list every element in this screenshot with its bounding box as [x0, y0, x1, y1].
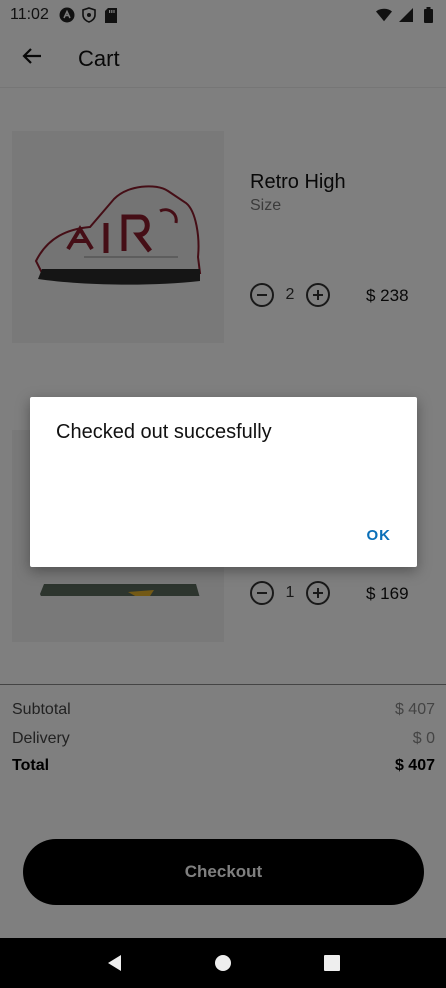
nav-back-button[interactable]: [99, 948, 129, 978]
nav-recents-button[interactable]: [317, 948, 347, 978]
triangle-back-icon: [108, 955, 122, 971]
checkout-success-dialog: Checked out succesfully OK: [30, 397, 417, 567]
nav-home-button[interactable]: [208, 948, 238, 978]
square-recents-icon: [323, 955, 340, 971]
dialog-ok-button[interactable]: OK: [367, 527, 392, 544]
dialog-message: Checked out succesfully: [56, 421, 272, 443]
system-nav-bar: [0, 938, 446, 988]
circle-home-icon: [214, 955, 231, 971]
cart-screen: 11:02: [0, 0, 446, 988]
